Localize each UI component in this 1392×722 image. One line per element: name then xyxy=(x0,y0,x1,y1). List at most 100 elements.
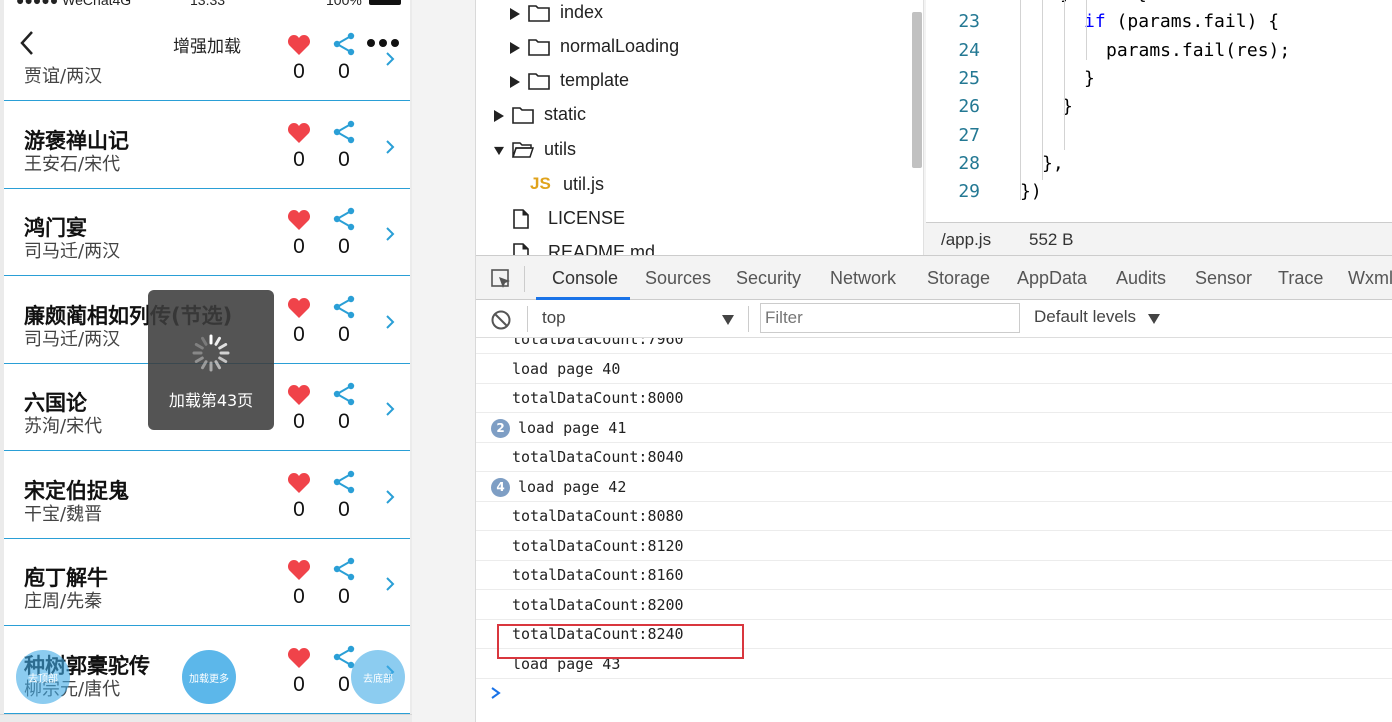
tab-appdata[interactable]: AppData xyxy=(1017,268,1087,289)
list-item[interactable]: 宋定伯捉鬼 干宝/魏晋 0 0 xyxy=(4,452,410,539)
code-line: 28}, xyxy=(926,153,1392,181)
folder-open-icon xyxy=(512,142,534,158)
log-message: totalDataCount:8000 xyxy=(512,389,684,407)
line-code: params.fail(res); xyxy=(1106,39,1291,61)
tab-network[interactable]: Network xyxy=(830,268,896,289)
like-heart-icon[interactable] xyxy=(287,559,311,581)
code-editor[interactable]: 22} else {23 if (params.fail) {24 params.f… xyxy=(926,0,1392,222)
console-prompt-icon[interactable] xyxy=(490,686,502,700)
chevron-right-icon[interactable] xyxy=(384,400,396,418)
highlight-annotation xyxy=(497,624,744,659)
tree-item-normalloading[interactable]: normalLoading xyxy=(476,32,916,66)
spinner-icon xyxy=(192,334,230,372)
line-number: 26 xyxy=(958,96,980,118)
share-count: 0 xyxy=(338,235,350,258)
log-entry: totalDataCount:8160 xyxy=(476,560,1392,590)
like-heart-icon[interactable] xyxy=(287,122,311,144)
file-tree: index normalLoading template static utils JS u… xyxy=(476,0,924,255)
tab-trace[interactable]: Trace xyxy=(1278,268,1323,289)
chevron-right-icon[interactable] xyxy=(384,575,396,593)
tree-item-template[interactable]: template xyxy=(476,66,916,100)
tab-sensor[interactable]: Sensor xyxy=(1195,268,1252,289)
like-count: 0 xyxy=(293,60,305,83)
filter-input[interactable] xyxy=(760,303,1020,333)
list-item[interactable]: 游褒禅山记 王安石/宋代 0 0 xyxy=(4,102,410,189)
chevron-right-icon[interactable] xyxy=(384,138,396,156)
console-log: load page 43 totalDataCount:8240 totalData… xyxy=(476,338,1392,722)
caret-down-icon[interactable] xyxy=(1148,314,1160,324)
file-size: 552 B xyxy=(1029,230,1074,249)
like-heart-icon[interactable] xyxy=(287,209,311,231)
editor-status-bar: /app.js 552 B xyxy=(926,222,1392,255)
like-heart-icon[interactable] xyxy=(287,297,311,319)
like-count: 0 xyxy=(293,147,305,171)
phone-footer xyxy=(0,714,412,722)
log-entry: totalDataCount:8200 xyxy=(476,590,1392,620)
caret-right-icon[interactable] xyxy=(494,110,504,122)
tree-item-util-js[interactable]: JS util.js xyxy=(476,170,916,204)
chevron-right-icon[interactable] xyxy=(384,225,396,243)
log-levels-select[interactable]: Default levels xyxy=(1034,307,1136,327)
tab-audits[interactable]: Audits xyxy=(1116,268,1166,289)
log-message: totalDataCount:8160 xyxy=(512,566,684,584)
tree-item-label: util.js xyxy=(563,174,605,194)
log-entry: 4 load page 42 xyxy=(476,472,1392,502)
share-icon[interactable] xyxy=(332,32,356,56)
line-number: 25 xyxy=(958,67,980,89)
panel-gutter xyxy=(412,0,476,722)
chevron-right-icon[interactable] xyxy=(384,50,396,68)
like-heart-icon[interactable] xyxy=(287,472,311,494)
list-item[interactable]: 庖丁解牛 庄周/先秦 0 0 xyxy=(4,539,410,626)
tab-console[interactable]: Console xyxy=(552,268,618,289)
inspect-element-icon[interactable] xyxy=(490,268,512,290)
share-icon[interactable] xyxy=(332,470,356,494)
like-heart-icon[interactable] xyxy=(287,34,311,56)
share-icon[interactable] xyxy=(332,120,356,144)
poem-author: 贾谊/两汉 xyxy=(24,66,103,87)
log-entry: totalDataCount:7960 xyxy=(476,338,1392,354)
log-message: totalDataCount:8080 xyxy=(512,507,684,525)
share-count: 0 xyxy=(338,147,350,171)
file-tree-scrollbar[interactable] xyxy=(912,12,922,168)
tab-storage[interactable]: Storage xyxy=(927,268,990,289)
like-heart-icon[interactable] xyxy=(287,647,311,669)
caret-right-icon[interactable] xyxy=(510,8,520,20)
tree-item-readme-md[interactable]: README.md xyxy=(476,238,916,255)
loading-toast: 加载第43页 xyxy=(148,290,274,430)
tree-item-static[interactable]: static xyxy=(476,100,916,134)
caret-right-icon[interactable] xyxy=(510,76,520,88)
like-heart-icon[interactable] xyxy=(287,384,311,406)
chevron-right-icon[interactable] xyxy=(384,313,396,331)
share-icon[interactable] xyxy=(332,645,356,669)
tab-wxml[interactable]: Wxml xyxy=(1348,268,1392,289)
tab-sources[interactable]: Sources xyxy=(645,268,711,289)
code-line: 24 params.fail(res); xyxy=(926,40,1392,68)
repeat-count-badge: 4 xyxy=(491,477,510,497)
caret-down-icon[interactable] xyxy=(722,315,734,325)
file-path: /app.js xyxy=(941,230,992,249)
scroll-bottom-button[interactable]: 去底部 xyxy=(351,650,405,704)
tab-security[interactable]: Security xyxy=(736,268,801,289)
share-icon[interactable] xyxy=(332,295,356,319)
log-message: totalDataCount:7960 xyxy=(512,338,684,348)
line-code: }) xyxy=(1020,181,1042,203)
share-icon[interactable] xyxy=(332,207,356,231)
caret-right-icon[interactable] xyxy=(510,42,520,54)
line-number: 29 xyxy=(958,181,980,203)
share-icon[interactable] xyxy=(332,557,356,581)
clear-console-icon[interactable] xyxy=(490,309,512,331)
list-item[interactable]: 贾谊/两汉 0 0 xyxy=(4,14,410,101)
tree-item-utils[interactable]: utils xyxy=(476,135,916,169)
scroll-top-button[interactable]: 去顶部 xyxy=(16,650,70,704)
battery-percent: 100% xyxy=(326,0,362,8)
context-select[interactable]: top xyxy=(542,308,736,332)
caret-down-icon[interactable] xyxy=(494,145,504,157)
folder-icon xyxy=(528,5,550,22)
chevron-right-icon[interactable] xyxy=(384,488,396,506)
tree-item-license[interactable]: LICENSE xyxy=(476,204,916,238)
tab-separator xyxy=(524,266,525,292)
list-item[interactable]: 鸿门宴 司马迁/两汉 0 0 xyxy=(4,189,410,276)
share-icon[interactable] xyxy=(332,382,356,406)
load-more-button[interactable]: 加载更多 xyxy=(182,650,236,704)
tree-item-index[interactable]: index xyxy=(476,0,916,32)
